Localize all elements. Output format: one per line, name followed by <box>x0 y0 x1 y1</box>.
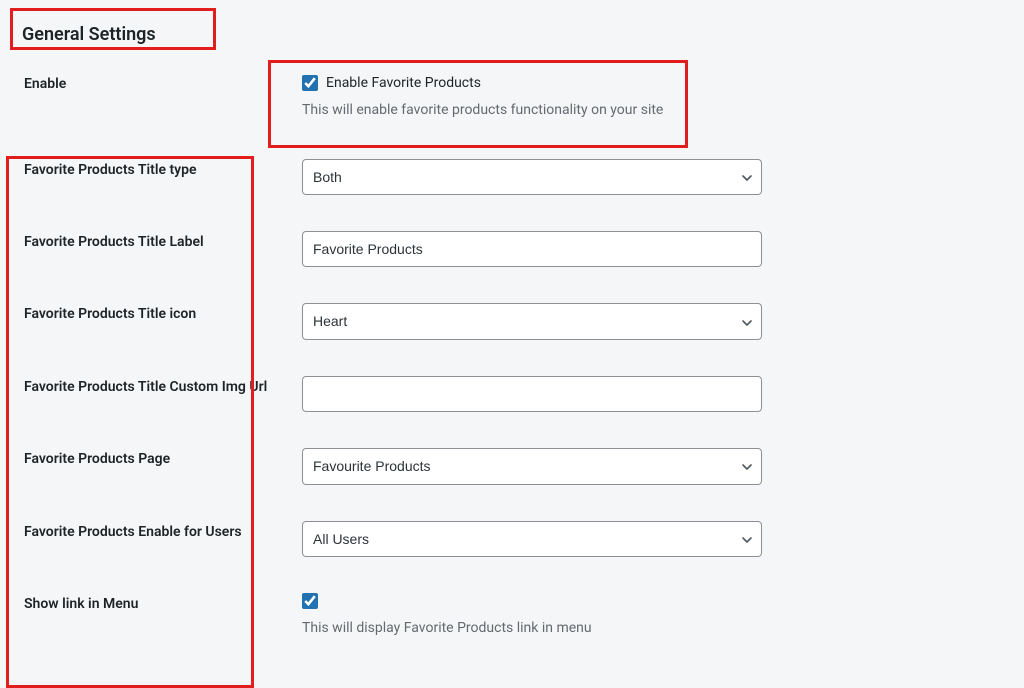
title-label-input[interactable] <box>302 231 762 267</box>
general-settings-form: General Settings Enable Enable Favorite … <box>0 0 1024 671</box>
title-type-select[interactable]: Both <box>302 159 762 195</box>
row-title-type: Favorite Products Title type Both <box>20 141 1004 213</box>
row-users: Favorite Products Enable for Users All U… <box>20 503 1004 575</box>
field-enable: Enable Favorite Products This will enabl… <box>290 55 750 141</box>
label-users: Favorite Products Enable for Users <box>20 503 290 563</box>
enable-checkbox[interactable] <box>302 75 318 91</box>
row-page: Favorite Products Page Favourite Product… <box>20 430 1004 502</box>
label-custom-img: Favorite Products Title Custom Img Url <box>20 358 290 418</box>
enable-checkbox-wrap[interactable]: Enable Favorite Products <box>302 75 750 91</box>
label-page: Favorite Products Page <box>20 430 290 490</box>
enable-check-label: Enable Favorite Products <box>326 75 481 91</box>
row-enable: Enable Enable Favorite Products This wil… <box>20 55 1004 141</box>
label-enable: Enable <box>20 55 290 115</box>
row-title-icon: Favorite Products Title icon Heart <box>20 285 1004 357</box>
custom-img-input[interactable] <box>302 376 762 412</box>
field-title-icon: Heart <box>290 285 762 357</box>
page-select[interactable]: Favourite Products <box>302 448 762 484</box>
field-page: Favourite Products <box>290 430 762 502</box>
row-custom-img: Favorite Products Title Custom Img Url <box>20 358 1004 430</box>
field-title-label <box>290 213 762 285</box>
field-title-type: Both <box>290 141 762 213</box>
field-users: All Users <box>290 503 762 575</box>
menu-checkbox-wrap[interactable] <box>302 593 750 609</box>
label-title-label: Favorite Products Title Label <box>20 213 290 273</box>
users-select[interactable]: All Users <box>302 521 762 557</box>
menu-checkbox[interactable] <box>302 593 318 609</box>
row-menu: Show link in Menu This will display Favo… <box>20 575 1004 657</box>
label-title-type: Favorite Products Title type <box>20 141 290 201</box>
title-icon-select[interactable]: Heart <box>302 303 762 339</box>
field-menu: This will display Favorite Products link… <box>290 575 750 657</box>
enable-description: This will enable favorite products funct… <box>302 101 750 121</box>
menu-description: This will display Favorite Products link… <box>302 619 750 639</box>
label-menu: Show link in Menu <box>20 575 290 635</box>
section-title: General Settings <box>20 14 1004 55</box>
label-title-icon: Favorite Products Title icon <box>20 285 290 345</box>
field-custom-img <box>290 358 762 430</box>
row-title-label: Favorite Products Title Label <box>20 213 1004 285</box>
